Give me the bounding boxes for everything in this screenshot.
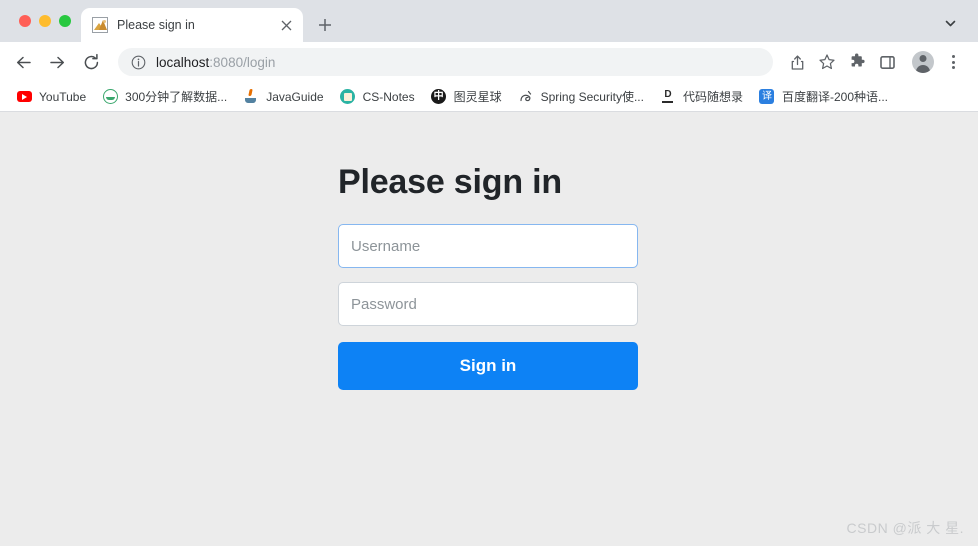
page-viewport: Please sign in Sign in CSDN @派 大 星.: [0, 112, 978, 546]
bookmark-label: 300分钟了解数据...: [125, 90, 228, 104]
youtube-icon: [16, 89, 32, 105]
close-icon[interactable]: [277, 16, 295, 34]
chrome-menu-icon[interactable]: [939, 48, 967, 76]
tuling-icon: 中: [431, 89, 447, 105]
bookmark-code-notes[interactable]: D 代码随想录: [652, 85, 751, 109]
code-d-icon: D: [660, 89, 676, 105]
cs-notes-icon: [340, 89, 356, 105]
broken-image-icon: [92, 17, 108, 33]
java-cup-icon: [243, 89, 259, 105]
tab-strip: Please sign in: [0, 0, 978, 42]
profile-avatar[interactable]: [909, 48, 937, 76]
avatar: [912, 51, 934, 73]
bookmark-label: YouTube: [39, 89, 87, 104]
bookmark-cs-notes[interactable]: CS-Notes: [332, 85, 423, 109]
bookmarks-bar: YouTube 300分钟了解数据... JavaGuide CS-Notes …: [0, 82, 978, 112]
spring-icon: [518, 89, 534, 105]
three-dot-icon: [951, 55, 955, 69]
page-title: Please sign in: [338, 163, 562, 201]
sign-in-button[interactable]: Sign in: [338, 342, 638, 391]
new-tab-button[interactable]: [311, 11, 339, 39]
translate-glyph: 译: [759, 89, 775, 104]
bookmark-label: 代码随想录: [682, 90, 743, 104]
tab-title: Please sign in: [117, 18, 195, 32]
baidu-translate-icon: 译: [759, 89, 775, 105]
bookmark-youtube[interactable]: YouTube: [8, 85, 94, 109]
side-panel-icon[interactable]: [873, 48, 901, 76]
reload-icon[interactable]: [76, 47, 106, 77]
share-icon[interactable]: [783, 48, 811, 76]
bookmark-star-icon[interactable]: [813, 48, 841, 76]
bookmark-database-course[interactable]: 300分钟了解数据...: [94, 85, 235, 109]
browser-toolbar: localhost:8080/login: [0, 42, 978, 82]
login-form: Please sign in Sign in: [338, 163, 638, 391]
bookmark-baidu-translate[interactable]: 译 百度翻译-200种语...: [751, 85, 896, 109]
bookmark-label: 百度翻译-200种语...: [781, 90, 889, 104]
url-text: localhost:8080/login: [156, 55, 275, 70]
browser-tab[interactable]: Please sign in: [81, 8, 303, 42]
browser-window: Please sign in localhost:8080/login YouT…: [0, 0, 978, 546]
window-close-button[interactable]: [19, 15, 31, 27]
watermark: CSDN @派 大 星.: [846, 520, 964, 536]
code-glyph: D: [664, 89, 672, 100]
bookmark-label: Spring Security使...: [540, 90, 644, 104]
bookmark-label: JavaGuide: [266, 89, 324, 104]
arrow-back-icon[interactable]: [8, 47, 38, 77]
arrow-forward-icon[interactable]: [42, 47, 72, 77]
extensions-puzzle-icon[interactable]: [843, 48, 871, 76]
url-path: :8080/login: [209, 54, 276, 70]
password-input[interactable]: [338, 282, 638, 327]
window-maximize-button[interactable]: [59, 15, 71, 27]
url-host: localhost: [156, 54, 210, 70]
bookmark-tuling[interactable]: 中 图灵星球: [423, 85, 510, 109]
info-circle-icon[interactable]: [131, 55, 146, 70]
window-controls: [0, 0, 81, 42]
bookmark-javaguide[interactable]: JavaGuide: [235, 85, 331, 109]
bookmark-label: CS-Notes: [362, 89, 415, 104]
chevron-down-icon[interactable]: [936, 9, 964, 37]
leaf-icon: [102, 89, 118, 105]
tuling-glyph: 中: [431, 89, 447, 104]
username-input[interactable]: [338, 224, 638, 269]
address-bar[interactable]: localhost:8080/login: [118, 48, 773, 76]
bookmark-label: 图灵星球: [453, 90, 502, 104]
bookmark-spring-security[interactable]: Spring Security使...: [510, 85, 652, 109]
window-minimize-button[interactable]: [39, 15, 51, 27]
